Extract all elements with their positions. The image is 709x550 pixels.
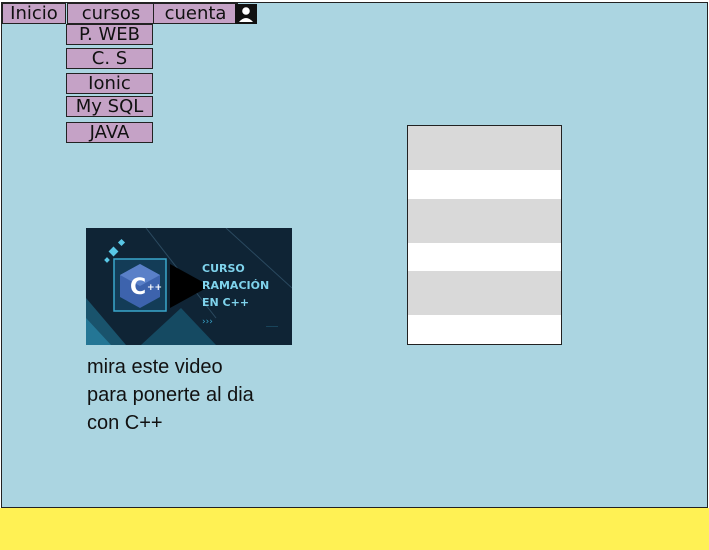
caption-line-1: mira este video (87, 356, 223, 378)
nav-item-inicio[interactable]: Inicio (2, 3, 66, 24)
user-icon[interactable] (235, 4, 257, 24)
table-row (408, 243, 561, 271)
video-title-line1: CURSO (202, 262, 245, 275)
table-row (408, 170, 561, 199)
chevron-decoration-icon: ››› (202, 317, 213, 327)
dropdown-item-mysql[interactable]: My SQL (66, 96, 153, 117)
striped-table (407, 125, 562, 345)
dropdown-item-java[interactable]: JAVA (66, 122, 153, 143)
footer-bar (0, 508, 709, 550)
cpp-logo-letter: C (130, 275, 146, 300)
caption-line-3: con C++ (87, 412, 163, 434)
video-artwork: C ++ CURSO RAMACIÓN EN C++ ››› …… (86, 228, 292, 345)
video-thumbnail[interactable]: C ++ CURSO RAMACIÓN EN C++ ››› …… (86, 228, 292, 345)
video-title-line2: RAMACIÓN (202, 279, 269, 292)
dropdown-item-pweb[interactable]: P. WEB (66, 24, 153, 45)
dropdown-item-cs[interactable]: C. S (66, 48, 153, 69)
caption-line-2: para ponerte al dia (87, 384, 254, 406)
video-title-line3: EN C++ (202, 296, 249, 309)
nav-item-cuenta[interactable]: cuenta (153, 3, 238, 24)
table-row (408, 315, 561, 343)
dropdown-item-ionic[interactable]: Ionic (66, 73, 153, 94)
table-row (408, 271, 561, 315)
table-row (408, 199, 561, 243)
dots-decoration-icon: …… (266, 322, 278, 329)
table-row (408, 126, 561, 170)
video-caption: mira este video para ponerte al dia con … (87, 353, 307, 437)
nav-item-cursos[interactable]: cursos (67, 3, 155, 24)
cpp-logo-marks: ++ (147, 283, 162, 293)
